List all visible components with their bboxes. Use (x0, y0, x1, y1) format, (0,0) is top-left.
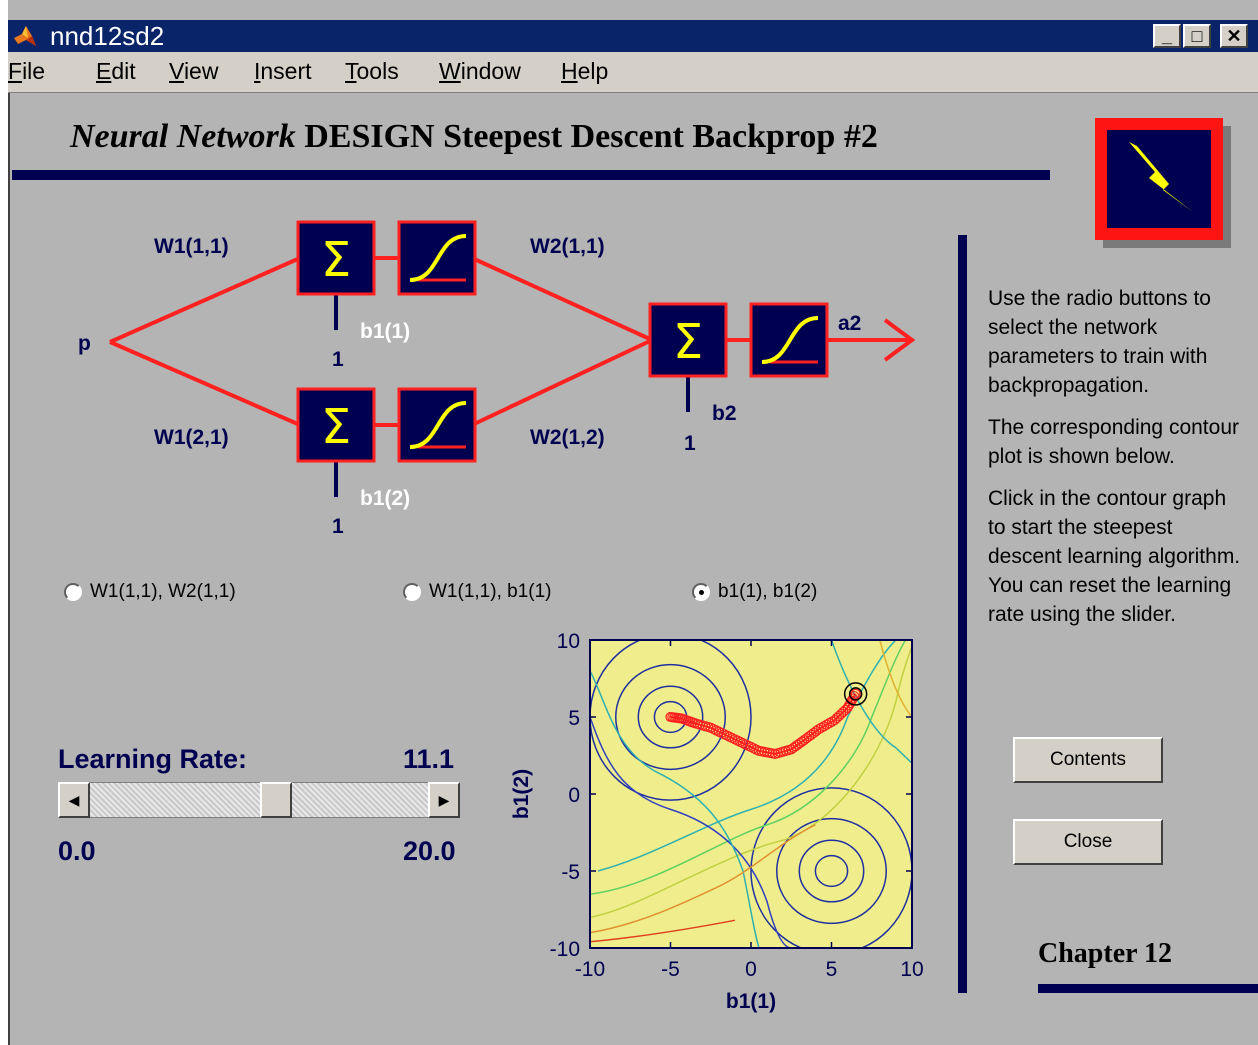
y-tick-label: 5 (568, 707, 580, 730)
y-tick-label: 10 (557, 630, 580, 653)
x-tick-label: 5 (826, 958, 838, 981)
close-button[interactable]: Close (1013, 819, 1163, 865)
app-window: nnd12sd2 _ □ ✕ File Edit View Insert Tools Wi… (0, 0, 1258, 1045)
x-tick-label: -5 (661, 958, 680, 981)
chapter-label: Chapter 12 (1038, 938, 1173, 969)
y-axis-label: b1(2) (510, 769, 533, 819)
x-tick-label: 10 (900, 958, 923, 981)
x-tick-label: 0 (745, 958, 757, 981)
contour-plot[interactable]: -10 -5 0 5 10 10 5 0 -5 -10 b1(1) b1(2) (0, 0, 1258, 1045)
y-tick-label: 0 (568, 784, 580, 807)
chapter-divider (1038, 984, 1258, 993)
y-tick-label: -10 (550, 938, 580, 961)
x-tick-label: -10 (575, 958, 605, 981)
y-tick-label: -5 (561, 861, 580, 884)
contents-button[interactable]: Contents (1013, 737, 1163, 783)
x-axis-label: b1(1) (726, 990, 776, 1013)
